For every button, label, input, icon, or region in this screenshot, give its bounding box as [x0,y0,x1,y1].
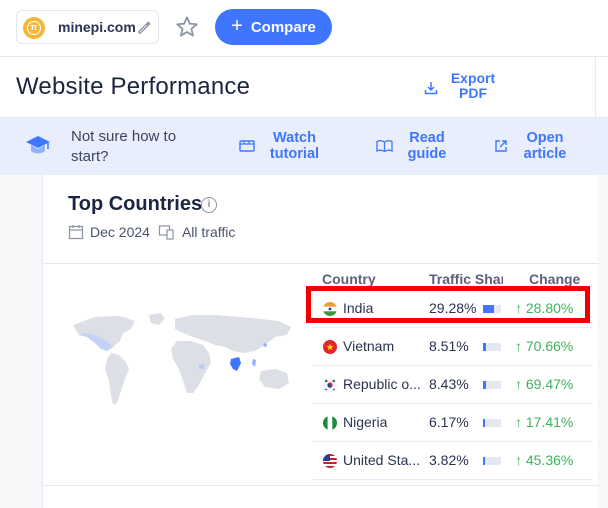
traffic-type-label[interactable]: All traffic [182,224,235,240]
video-icon [239,140,255,152]
share-bar [483,343,501,351]
site-chip[interactable]: π minepi.com [16,10,159,44]
share-bar [483,457,501,465]
share-bar [483,419,501,427]
traffic-share: 8.51% [429,338,469,354]
change-value: ↑ 69.47% [515,376,574,392]
country-name: Vietnam [343,338,395,354]
card-divider [43,263,599,264]
site-logo-icon: π [23,17,45,39]
watch-tutorial-link[interactable]: Watch tutorial [239,130,322,162]
book-icon [376,140,393,153]
open-label-1: Open [526,130,564,146]
top-bar: π minepi.com + Compare [0,0,608,57]
compare-button[interactable]: + Compare [215,9,332,45]
south-korea-flag-icon [323,378,337,392]
change-text: 70.66% [525,338,574,354]
col-change[interactable]: Change [529,271,580,287]
traffic-share: 3.82% [429,452,469,468]
country-name: Nigeria [343,414,388,430]
export-pdf-button[interactable]: Export PDF [424,71,498,101]
star-icon[interactable] [174,14,200,40]
graduation-cap-icon [26,136,50,154]
download-icon [424,82,438,95]
banner-question: Not sure how to start? [71,127,201,167]
table-row[interactable]: Vietnam 8.51% ↑ 70.66% [313,328,593,366]
table-row[interactable]: United Sta... 3.82% ↑ 45.36% [313,442,593,480]
calendar-icon [68,225,84,240]
change-text: 17.41% [525,414,574,430]
col-traffic-share[interactable]: Traffic Shar [429,271,503,287]
country-name: United Sta... [343,452,421,468]
world-map [73,313,291,405]
change-value: ↑ 70.66% [515,338,574,354]
top-countries-card: Top Countries i Dec 2024 All traffic Cou [42,175,599,508]
card-bottom-divider [43,485,599,486]
share-bar [483,381,501,389]
page-title: Website Performance [16,73,251,100]
watch-label-2: tutorial [269,146,320,162]
export-label-line2: PDF [459,85,487,101]
change-text: 45.36% [525,452,574,468]
pencil-icon[interactable] [136,19,152,35]
compare-label: Compare [250,18,316,36]
open-article-link[interactable]: Open article [494,130,570,162]
vietnam-flag-icon [323,340,337,354]
change-value: ↑ 17.41% [515,414,574,430]
plus-icon: + [231,15,243,37]
usa-flag-icon [323,454,337,468]
traffic-share: 8.43% [429,376,469,392]
devices-icon [158,225,174,240]
traffic-share: 6.17% [429,414,469,430]
nigeria-flag-icon [323,416,337,430]
table-row[interactable]: Republic o... 8.43% ↑ 69.47% [313,366,593,404]
country-name: Republic o... [343,376,421,392]
banner-question-line1: Not sure how to [71,128,177,145]
col-country[interactable]: Country [322,271,376,287]
card-meta: Dec 2024 All traffic [68,224,235,240]
header-divider [595,57,596,118]
open-label-2: article [523,146,567,162]
info-icon[interactable]: i [201,197,217,213]
external-link-icon [495,140,507,152]
row-highlight-box [306,286,590,323]
banner-question-line2: start? [71,148,109,165]
left-gutter [0,175,42,508]
change-text: 69.47% [525,376,574,392]
watch-label-1: Watch [273,130,316,146]
card-title: Top Countries [68,193,203,215]
read-label-2: guide [407,146,447,162]
read-guide-link[interactable]: Read guide [376,130,449,162]
site-name: minepi.com [58,19,136,35]
change-value: ↑ 45.36% [515,452,574,468]
table-row[interactable]: Nigeria 6.17% ↑ 17.41% [313,404,593,442]
page-header: Website Performance Export PDF [0,57,608,118]
right-gutter [598,175,608,508]
date-label[interactable]: Dec 2024 [90,224,150,240]
export-label-line1: Export [450,70,496,86]
help-banner: Not sure how to start? Watch tutorial Re… [0,118,608,175]
read-label-1: Read [409,130,445,146]
